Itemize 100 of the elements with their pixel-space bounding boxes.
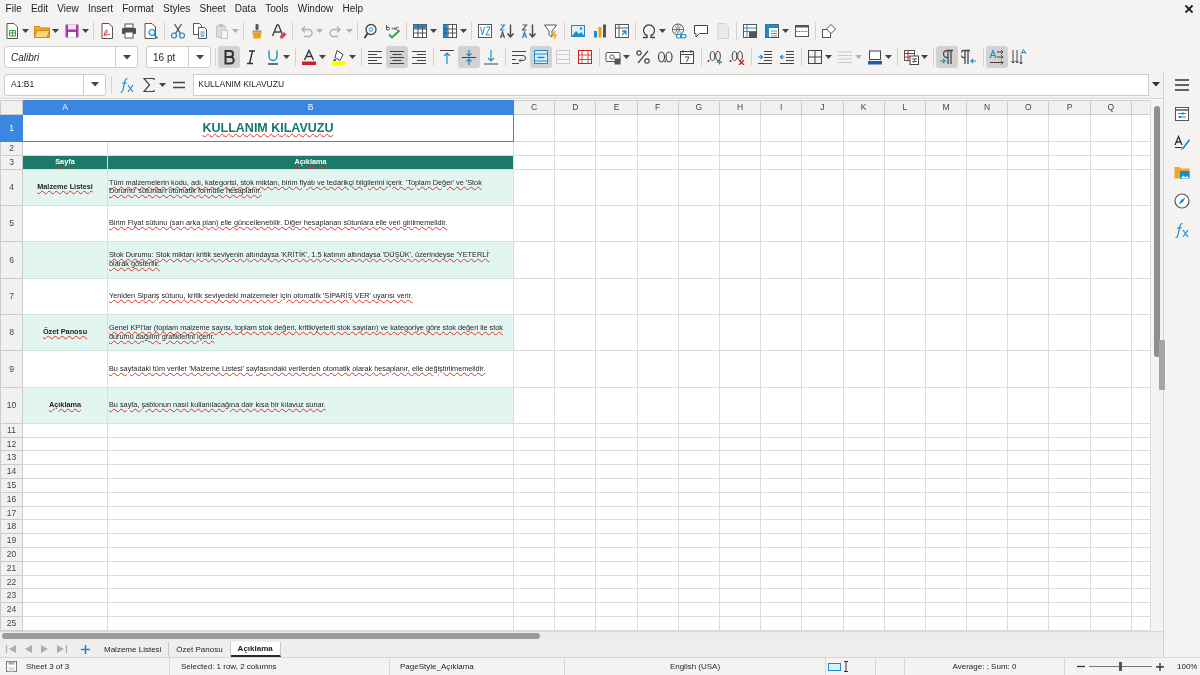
sidebar-handle[interactable]: [1159, 340, 1165, 390]
column-header[interactable]: Q: [1090, 100, 1132, 115]
omega-icon[interactable]: [641, 22, 657, 39]
styles-icon[interactable]: [1174, 135, 1190, 151]
document-status-icon[interactable]: [6, 661, 17, 672]
column-header[interactable]: F: [637, 100, 679, 115]
sum-icon[interactable]: [141, 76, 158, 93]
column-header[interactable]: L: [884, 100, 926, 115]
sheet-tab[interactable]: Malzeme Listesi: [97, 641, 170, 657]
caret-icon[interactable]: [885, 55, 892, 59]
column-header[interactable]: M: [925, 100, 967, 115]
caret-icon[interactable]: [659, 28, 666, 33]
outdent-icon[interactable]: [779, 49, 795, 65]
spellcheck-icon[interactable]: [385, 22, 401, 39]
caret-icon[interactable]: [52, 28, 59, 33]
menu-item[interactable]: Sheet: [194, 0, 231, 18]
function-icon[interactable]: [119, 76, 136, 93]
zoom-slider-thumb[interactable]: [1119, 662, 1122, 671]
caret-icon[interactable]: [122, 54, 131, 60]
row-header[interactable]: 9: [0, 350, 23, 388]
vertical-scrollbar[interactable]: [1150, 100, 1163, 631]
speech-bubble-icon[interactable]: [693, 22, 709, 39]
sort-icon[interactable]: [477, 22, 493, 39]
formula-input-field[interactable]: KULLANIM KILAVUZU: [193, 73, 1149, 96]
delete-decimal-icon[interactable]: [729, 49, 745, 65]
column-header[interactable]: I: [760, 100, 802, 115]
caret-icon[interactable]: [623, 55, 630, 59]
border-color-icon[interactable]: [867, 49, 883, 65]
copy-icon[interactable]: [192, 22, 208, 39]
caret-icon[interactable]: [1152, 82, 1160, 87]
search-icon[interactable]: [363, 22, 379, 39]
column-header[interactable]: G: [678, 100, 720, 115]
column-header[interactable]: A: [22, 100, 108, 115]
pivot-table-icon[interactable]: [614, 22, 630, 39]
menu-item[interactable]: Window: [293, 0, 338, 18]
indent-icon[interactable]: [757, 49, 773, 65]
globe-link-icon[interactable]: [671, 22, 687, 39]
pdf-document-icon[interactable]: [99, 22, 115, 39]
image-icon[interactable]: [570, 22, 586, 39]
pilcrow-left-icon[interactable]: [961, 49, 977, 65]
calendar-icon[interactable]: [679, 49, 695, 65]
row-header[interactable]: 7: [0, 278, 23, 315]
text-vertical-icon[interactable]: [1011, 49, 1027, 65]
row-header[interactable]: 10: [0, 387, 23, 424]
print-area-icon[interactable]: [742, 22, 758, 39]
close-icon[interactable]: [1184, 4, 1194, 14]
conditional-format-icon[interactable]: [903, 49, 919, 65]
eraser-icon[interactable]: [271, 22, 287, 39]
column-header[interactable]: C: [513, 100, 555, 115]
sort-ascending-icon[interactable]: [499, 22, 515, 39]
table-rows-icon[interactable]: [412, 22, 428, 39]
caret-icon[interactable]: [90, 82, 99, 87]
page-style[interactable]: PageStyle_Açıklama: [400, 660, 474, 673]
menu-item[interactable]: Edit: [26, 0, 53, 18]
add-decimal-icon[interactable]: [707, 49, 723, 65]
minus-icon[interactable]: [1077, 663, 1085, 670]
unmerge-cells-icon[interactable]: [577, 49, 593, 65]
bold-icon[interactable]: [218, 46, 240, 68]
banknote-icon[interactable]: [605, 49, 621, 65]
caret-icon[interactable]: [430, 28, 437, 33]
caret-icon[interactable]: [82, 28, 89, 33]
row-header[interactable]: 8: [0, 314, 23, 351]
column-header[interactable]: D: [554, 100, 596, 115]
column-header[interactable]: B: [107, 100, 514, 115]
spreadsheet-icon[interactable]: [4, 22, 20, 39]
caret-icon[interactable]: [460, 28, 467, 33]
pilcrow-right-icon[interactable]: [936, 46, 958, 68]
menu-item[interactable]: Format: [117, 0, 159, 18]
language[interactable]: English (USA): [669, 660, 721, 673]
decimal-number-icon[interactable]: [657, 49, 673, 65]
column-header[interactable]: E: [595, 100, 638, 115]
gallery-icon[interactable]: [1174, 164, 1190, 180]
underline-icon[interactable]: [265, 49, 281, 65]
column-header[interactable]: H: [719, 100, 761, 115]
font-name-field[interactable]: Calibri: [4, 46, 138, 68]
menu-item[interactable]: View: [52, 0, 84, 18]
align-middle-icon[interactable]: [458, 46, 480, 68]
caret-icon[interactable]: [921, 55, 928, 59]
align-center-icon[interactable]: [386, 46, 408, 68]
align-right-icon[interactable]: [411, 49, 427, 65]
caret-icon[interactable]: [319, 55, 326, 59]
align-top-icon[interactable]: [439, 49, 455, 65]
percent-icon[interactable]: [635, 49, 651, 65]
column-header[interactable]: O: [1007, 100, 1049, 115]
name-box-field[interactable]: A1:B1: [4, 73, 107, 96]
caret-icon[interactable]: [825, 55, 832, 59]
menu-item[interactable]: Styles: [158, 0, 195, 18]
menu-item[interactable]: Data: [230, 0, 261, 18]
row-header[interactable]: 4: [0, 169, 23, 206]
filter-icon[interactable]: [543, 22, 559, 39]
wrap-text-icon[interactable]: [511, 49, 527, 65]
printer-icon[interactable]: [121, 22, 137, 39]
horizontal-scrollbar[interactable]: [0, 631, 1163, 641]
print-preview-icon[interactable]: [143, 22, 159, 39]
menu-item[interactable]: Help: [337, 0, 368, 18]
menu-item[interactable]: Tools: [260, 0, 294, 18]
caret-icon[interactable]: [349, 55, 356, 59]
column-header[interactable]: N: [966, 100, 1008, 115]
scissors-icon[interactable]: [170, 22, 186, 39]
sheet-tab[interactable]: Özet Panosu: [169, 641, 231, 657]
